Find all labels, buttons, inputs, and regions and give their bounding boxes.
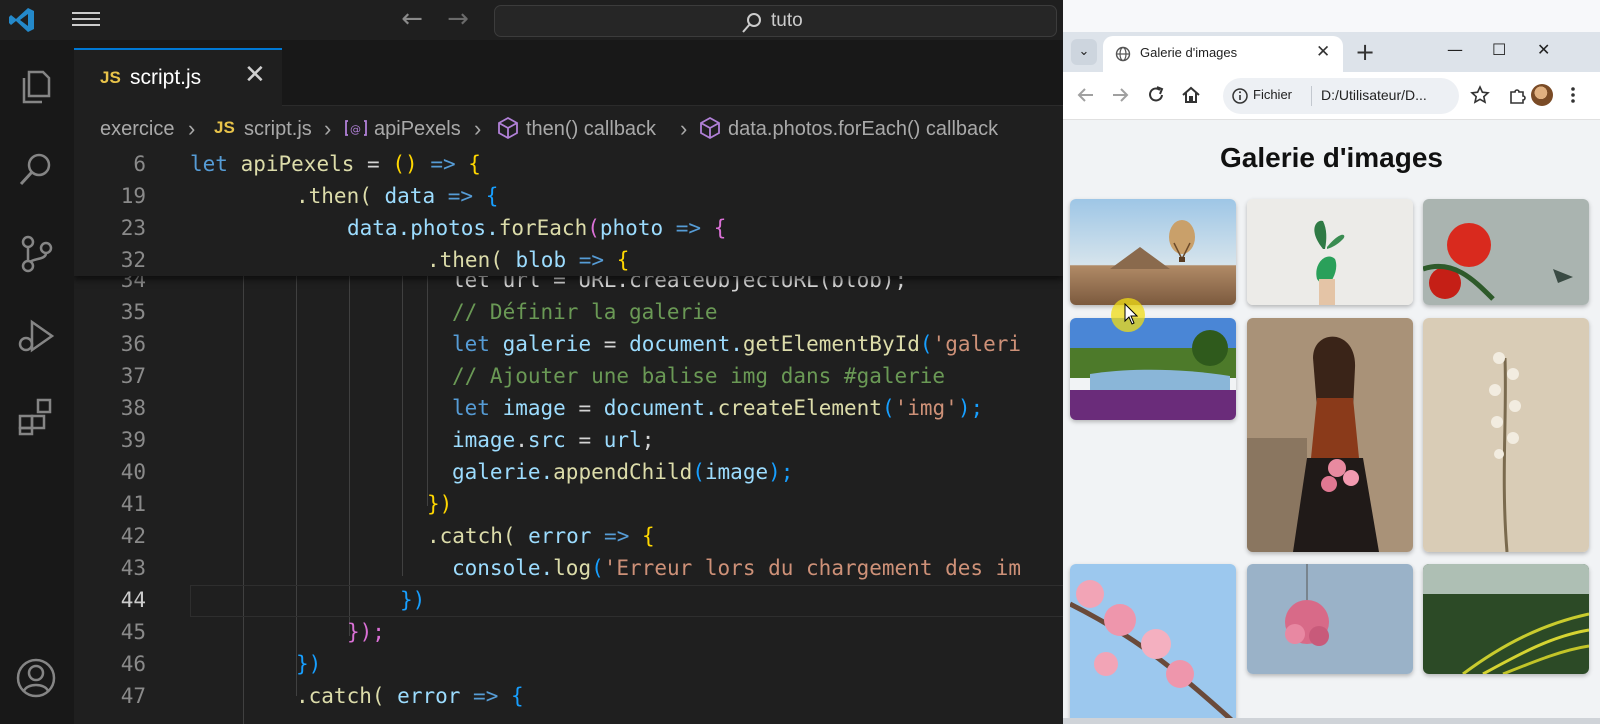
run-debug-icon[interactable]	[12, 312, 60, 360]
extensions-puzzle-icon[interactable]	[1507, 84, 1529, 106]
search-icon[interactable]	[12, 146, 60, 194]
gallery-image-hanging-flowers[interactable]	[1247, 564, 1413, 674]
forward-arrow-icon[interactable]: →	[444, 6, 472, 34]
code-line: 45 });	[120, 620, 385, 644]
tab-label: script.js	[130, 66, 202, 89]
variable-symbol-icon: @	[345, 120, 367, 136]
code-line: 36 let galerie = document.getElementById…	[120, 332, 1022, 356]
breadcrumb-symbol-then[interactable]: then() callback	[526, 118, 656, 141]
js-file-icon: JS	[214, 118, 235, 137]
chevron-right-icon: ›	[324, 116, 332, 141]
forward-arrow-icon[interactable]	[1109, 84, 1131, 106]
close-icon[interactable]: ✕	[244, 62, 266, 88]
gallery-image-rice-terraces[interactable]	[1423, 564, 1589, 674]
breadcrumb-folder[interactable]: exercice	[100, 118, 174, 141]
gallery-image-cherry-blossom[interactable]	[1070, 564, 1236, 724]
back-arrow-icon[interactable]: ←	[398, 6, 426, 34]
breadcrumb-file[interactable]: script.js	[244, 118, 312, 141]
gallery-image-lake-park[interactable]	[1070, 318, 1236, 420]
web-page: Galerie d'images	[1063, 120, 1600, 724]
code-line: 35 // Définir la galerie	[120, 300, 718, 324]
reload-icon[interactable]	[1145, 84, 1167, 106]
page-title: Galerie d'images	[1220, 142, 1443, 173]
source-control-icon[interactable]	[12, 230, 60, 278]
gallery-image-balloon-desert[interactable]	[1070, 199, 1236, 305]
tab-script-js[interactable]: JS script.js ✕	[74, 48, 282, 106]
gallery-image-red-flower-hummingbird[interactable]	[1423, 199, 1589, 305]
tab-search-chevron-icon[interactable]: ⌄	[1071, 39, 1097, 65]
gallery-image-dried-flowers[interactable]	[1423, 318, 1589, 552]
vscode-window: ← → tuto JS script.js ✕ exercice › JS sc…	[0, 0, 1063, 724]
maximize-icon[interactable]: ☐	[1492, 40, 1506, 59]
svg-text:@: @	[350, 123, 361, 136]
address-bar[interactable]: Fichier D:/Utilisateur/D...	[1223, 78, 1459, 114]
command-center-search[interactable]: tuto	[494, 5, 1057, 37]
code-line: 40 galerie.appendChild(image);	[120, 460, 794, 484]
code-line: 23 data.photos.forEach(photo => {	[120, 216, 727, 240]
code-line: 37 // Ajouter une balise img dans #galer…	[120, 364, 946, 388]
code-line: 32 .then( blob => {	[120, 248, 630, 272]
back-arrow-icon[interactable]	[1075, 84, 1097, 106]
method-cube-icon	[498, 116, 518, 140]
menu-icon[interactable]	[70, 8, 102, 32]
breadcrumb-symbol-apipexels[interactable]: apiPexels	[374, 118, 461, 141]
code-line: 39 image.src = url;	[120, 428, 655, 452]
profile-avatar[interactable]	[1531, 84, 1553, 106]
browser-tab-galerie[interactable]: Galerie d'images ✕	[1103, 36, 1343, 72]
explorer-icon[interactable]	[12, 62, 60, 110]
more-menu-icon[interactable]	[1568, 84, 1578, 106]
method-cube-icon	[700, 116, 720, 140]
browser-tab-strip: ⌄ Galerie d'images ✕ + — ☐ ✕	[1063, 32, 1600, 72]
code-line: 6 let apiPexels = () => {	[133, 152, 481, 176]
code-line: 47 .catch( error => {	[120, 684, 524, 708]
chevron-right-icon: ›	[680, 116, 688, 141]
minimize-icon[interactable]: —	[1447, 40, 1463, 59]
bookmark-star-icon[interactable]	[1469, 84, 1491, 106]
js-file-icon: JS	[100, 68, 121, 87]
globe-icon	[1115, 46, 1131, 62]
url-text[interactable]: D:/Utilisateur/D...	[1321, 87, 1427, 103]
home-icon[interactable]	[1180, 84, 1202, 106]
code-line: 41 })	[120, 492, 453, 516]
info-icon[interactable]	[1231, 87, 1249, 105]
code-line: 38 let image = document.createElement('i…	[120, 396, 984, 420]
gallery-image-woman-flowers[interactable]	[1247, 318, 1413, 552]
code-line: 44 })	[120, 588, 426, 612]
browser-tab-title: Galerie d'images	[1140, 45, 1238, 60]
sticky-scroll[interactable]: 6 let apiPexels = () => { 19 .then( data…	[74, 148, 1063, 276]
code-line: 43 console.log('Erreur lors du chargemen…	[120, 556, 1021, 580]
close-icon[interactable]: ✕	[1537, 40, 1550, 59]
scheme-label: Fichier	[1253, 87, 1293, 102]
close-tab-icon[interactable]: ✕	[1316, 42, 1330, 62]
chevron-right-icon: ›	[188, 116, 196, 141]
vscode-titlebar: ← → tuto	[0, 0, 1063, 40]
divider	[1311, 86, 1312, 106]
command-center-text: tuto	[771, 10, 803, 31]
code-line: 19 .then( data => {	[120, 184, 499, 208]
new-tab-button[interactable]: +	[1355, 38, 1375, 66]
search-icon	[742, 13, 761, 33]
editor-tabs: JS script.js ✕	[74, 40, 1063, 106]
code-editor[interactable]: 6 let apiPexels = () => { 19 .then( data…	[74, 148, 1063, 724]
gallery-image-plant-hand[interactable]	[1247, 199, 1413, 305]
vscode-logo-icon	[9, 8, 34, 32]
activity-bar	[0, 40, 74, 724]
mouse-pointer-icon	[1124, 303, 1138, 325]
browser-toolbar: Fichier D:/Utilisateur/D...	[1063, 72, 1600, 120]
extensions-icon[interactable]	[12, 394, 60, 442]
code-line: 42 .catch( error => {	[120, 524, 655, 548]
chevron-right-icon: ›	[474, 116, 482, 141]
breadcrumb: exercice › JS script.js › @ apiPexels › …	[74, 106, 1063, 148]
account-icon[interactable]	[12, 654, 60, 702]
code-line: 46 })	[120, 652, 322, 676]
breadcrumb-symbol-foreach[interactable]: data.photos.forEach() callback	[728, 118, 998, 141]
horizontal-scrollbar[interactable]	[1063, 718, 1600, 724]
